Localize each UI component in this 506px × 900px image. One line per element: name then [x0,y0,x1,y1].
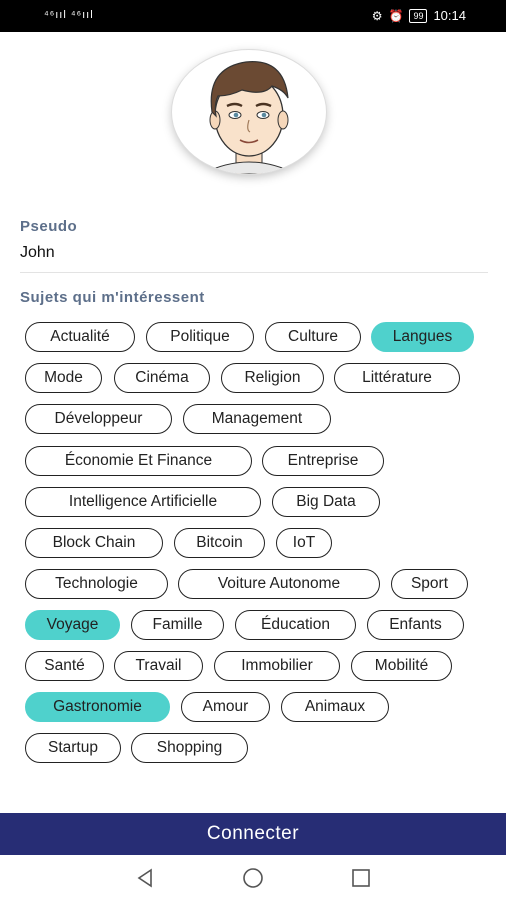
tag-chip[interactable]: Famille [131,610,224,640]
tag-chip[interactable]: Littérature [334,363,460,393]
tag-chip[interactable]: Religion [221,363,324,393]
clock: 10:14 [433,8,466,23]
recents-icon[interactable] [350,867,372,889]
tag-chip[interactable]: Éducation [235,610,356,640]
tag-chip[interactable]: Technologie [25,569,168,599]
navigation-bar [0,855,506,900]
divider [20,272,488,273]
tag-chip[interactable]: Économie Et Finance [25,446,252,476]
status-icons: ⚙ ⏰ 99 10:14 [372,8,466,23]
tag-chip[interactable]: Enfants [367,610,464,640]
tag-chip[interactable]: Cinéma [114,363,210,393]
alarm-icon: ⏰ [388,8,404,23]
connect-button[interactable]: Connecter [0,813,506,855]
tag-chip-selected[interactable]: Langues [371,322,474,352]
tag-chip[interactable]: Mode [25,363,102,393]
tag-chip[interactable]: Voiture Autonome [178,569,380,599]
pseudo-label: Pseudo [20,218,78,235]
tag-chip[interactable]: Sport [391,569,468,599]
avatar-illustration [201,61,297,174]
tag-chip[interactable]: Actualité [25,322,135,352]
subjects-label: Sujets qui m'intéressent [20,289,205,306]
tag-chip[interactable]: Mobilité [351,651,452,681]
tag-chip[interactable]: Startup [25,733,121,763]
tag-chip[interactable]: Immobilier [214,651,340,681]
home-icon[interactable] [242,867,264,889]
tag-chip[interactable]: Shopping [131,733,248,763]
tag-chip[interactable]: Politique [146,322,254,352]
tag-chip[interactable]: Block Chain [25,528,163,558]
tag-chip[interactable]: Amour [181,692,270,722]
status-bar: ⁴⁶ııl ⁴⁶ııl ⚙ ⏰ 99 10:14 [0,0,506,32]
signal-indicator: ⁴⁶ııl ⁴⁶ııl [44,9,94,21]
tag-chip-selected[interactable]: Voyage [25,610,120,640]
tag-chip[interactable]: Travail [114,651,203,681]
pseudo-field[interactable]: John [20,244,55,262]
tag-chip[interactable]: Développeur [25,404,172,434]
tag-chip[interactable]: Entreprise [262,446,384,476]
battery-icon: 99 [409,8,428,23]
tag-chip-selected[interactable]: Gastronomie [25,692,170,722]
tag-chip[interactable]: Bitcoin [174,528,265,558]
avatar[interactable] [172,50,328,176]
tag-chip[interactable]: Management [183,404,331,434]
tag-chip[interactable]: Santé [25,651,104,681]
vibrate-icon: ⚙ [371,8,383,23]
back-icon[interactable] [134,867,156,889]
tag-chip[interactable]: Culture [265,322,361,352]
tag-chip[interactable]: Animaux [281,692,389,722]
tag-chip[interactable]: Big Data [272,487,380,517]
tag-chip[interactable]: Intelligence Artificielle [25,487,261,517]
tag-chip[interactable]: IoT [276,528,332,558]
